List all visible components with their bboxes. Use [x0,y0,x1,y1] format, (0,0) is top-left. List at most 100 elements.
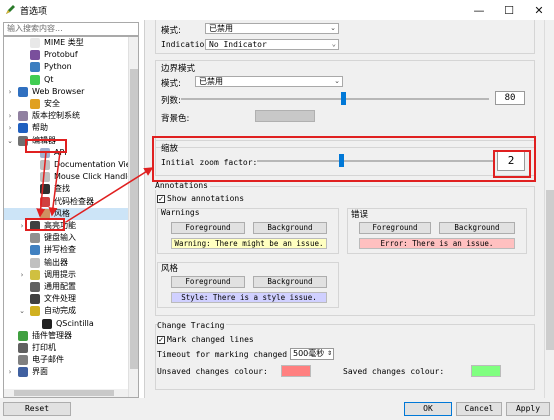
style-foreground-button[interactable]: Foreground [171,276,245,288]
tree-item[interactable]: 电子邮件 [4,354,128,366]
tree-item-icon [18,86,28,97]
tree-item[interactable]: Documentation Viewer [4,159,138,171]
edge-mode-combo[interactable]: 已禁用 ⌄ [195,76,343,87]
change-tracing-title: Change Tracing [157,321,227,330]
tree-item[interactable]: 代码检查器 [4,196,128,208]
tree-item-icon [18,367,28,378]
panel-scroll-thumb[interactable] [546,190,554,350]
expand-arrow-icon[interactable]: › [6,122,14,134]
close-button[interactable]: ✕ [524,0,554,20]
column-label: 列数: [161,96,181,106]
tree-item[interactable]: Protobuf [4,49,128,61]
tree-item[interactable]: Python [4,61,128,73]
tree-item[interactable]: QScintilla [4,318,128,330]
tree-item-icon [40,184,50,195]
chevron-down-icon: ⌄ [330,24,336,32]
mode-combo[interactable]: 已禁用 ⌄ [205,23,339,34]
unsaved-color-button[interactable] [281,365,311,377]
tree-item[interactable]: 拼写检查 [4,244,128,256]
expand-arrow-icon[interactable]: › [6,366,14,378]
tree-item[interactable]: ⌄ 自动完成 [4,305,128,317]
tree-item-label: 文件处理 [44,294,76,304]
tree-item[interactable]: 键盘输入 [4,232,128,244]
tree-item[interactable]: 风格 [4,207,128,220]
apply-button[interactable]: Apply [506,402,550,416]
edge-mode-value: 已禁用 [199,77,223,86]
tree-item-label: MIME 类型 [44,38,84,47]
tree-item[interactable]: 文件处理 [4,293,128,305]
saved-color-button[interactable] [471,365,501,377]
tree-item[interactable]: › 调用提示 [4,269,128,281]
tree-item[interactable]: › 高亮功能 [4,220,128,232]
panel-scrollbar[interactable] [544,20,554,398]
style-preview: Style: There is a style issue. [171,292,327,303]
tree-item[interactable]: 输出器 [4,257,128,269]
warning-foreground-button[interactable]: Foreground [171,222,245,234]
show-annotations-label: Show annotations [167,194,245,203]
tree-item[interactable]: Qt [4,74,128,86]
column-spinbox[interactable]: 80 [495,91,525,105]
cancel-button[interactable]: Cancel [456,402,502,416]
errors-title: 错误 [351,210,369,220]
tree-item[interactable]: 查找 [4,183,128,195]
tree-scrollbar[interactable] [128,37,138,397]
highlight-style-item [25,218,65,231]
edge-mode-title: 边界模式 [161,64,196,74]
reset-button[interactable]: Reset [3,402,71,416]
tree-item-icon [18,123,28,134]
tree-item[interactable]: MIME 类型 [4,37,128,49]
tree-item[interactable]: 打印机 [4,342,128,354]
error-background-button[interactable]: Background [439,222,515,234]
tree-item-label: Python [44,62,72,72]
tree-item[interactable]: 安全 [4,98,128,110]
chevron-down-icon: ⌄ [334,77,340,85]
indication-combo[interactable]: No Indicator ⌄ [205,39,339,50]
tree-item-icon [30,50,40,61]
tree-item[interactable]: 通用配置 [4,281,128,293]
annotations-title: Annotations [155,181,210,190]
expand-arrow-icon[interactable]: › [6,86,14,98]
title-bar: 首选项 — ☐ ✕ [0,0,554,20]
unsaved-label: Unsaved changes colour: [157,367,268,376]
tree-h-scroll-thumb[interactable] [14,390,114,396]
search-input[interactable]: 输入搜索内容... [3,22,139,36]
tree-item[interactable]: › 界面 [4,366,128,378]
tree-item-icon [30,294,40,305]
tree-item[interactable]: › Web Browser [4,86,128,98]
warning-background-button[interactable]: Background [253,222,327,234]
bg-color-button[interactable] [255,110,315,122]
highlight-zoom-group [152,136,536,182]
tree-scroll-thumb[interactable] [130,69,138,369]
tree-item-label: Documentation Viewer [54,160,139,169]
column-slider-handle[interactable] [341,92,346,105]
ok-button[interactable]: OK [404,402,452,416]
tree-item-label: 调用提示 [44,269,76,279]
expand-arrow-icon[interactable]: › [6,110,14,122]
indication-value: No Indicator [209,40,267,49]
tree-item-icon [40,196,50,207]
tree-item[interactable]: Mouse Click Handlers [4,171,138,183]
collapse-arrow-icon[interactable]: ⌄ [18,305,26,317]
mark-changed-checkbox[interactable]: ✓ [157,336,165,344]
maximize-button[interactable]: ☐ [494,0,524,20]
tree-item-label: 输出器 [44,257,68,267]
expand-arrow-icon[interactable]: › [18,269,26,281]
tree-item-label: 安全 [44,99,60,108]
tree-h-scrollbar[interactable] [4,389,128,397]
chevron-down-icon: ⌄ [331,40,336,48]
tree-item[interactable]: › 帮助 [4,122,128,134]
settings-tree[interactable]: MIME 类型 Protobuf Python Qt › Web Browser 安全 › 版本… [3,36,139,398]
show-annotations-checkbox[interactable]: ✓ [157,195,165,203]
settings-panel: 模式: 已禁用 ⌄ Indication: No Indicator ⌄ 边界模式 … [144,20,544,398]
timeout-spinbox[interactable]: 500毫秒 ⇕ [290,348,334,360]
minimize-button[interactable]: — [464,0,494,20]
tree-item[interactable]: › 版本控制系统 [4,110,128,122]
tree-item[interactable]: 插件管理器 [4,330,128,342]
error-foreground-button[interactable]: Foreground [359,222,431,234]
collapse-arrow-icon[interactable]: ⌄ [6,135,14,147]
tree-item-icon [18,355,28,366]
tree-item-label: 查找 [54,184,70,194]
column-slider[interactable] [181,98,489,100]
tree-item-label: 通用配置 [44,282,76,291]
style-background-button[interactable]: Background [253,276,327,288]
